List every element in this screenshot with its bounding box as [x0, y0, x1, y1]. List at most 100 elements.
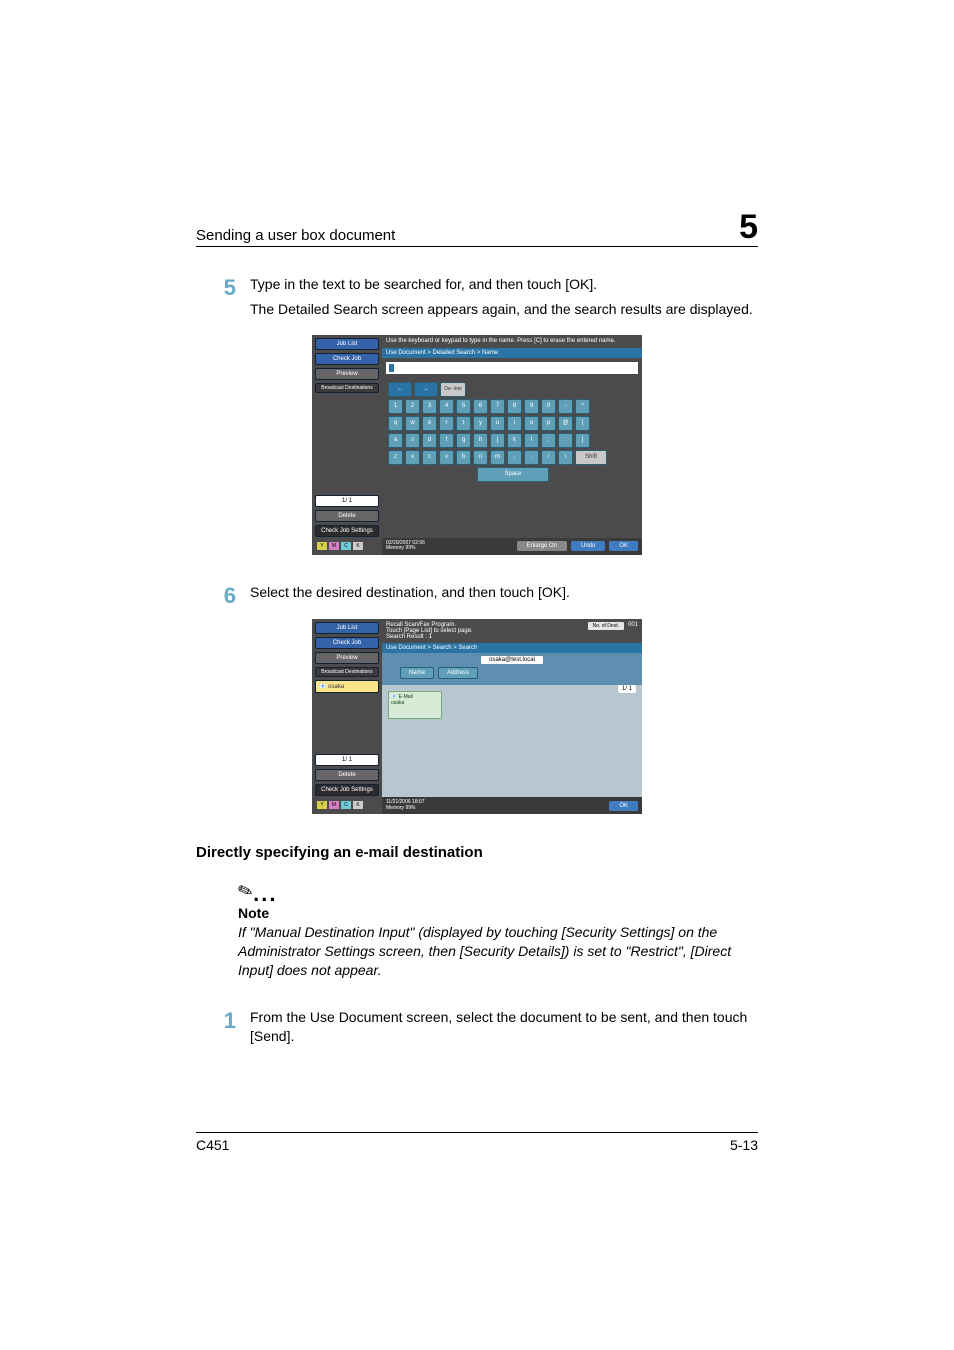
ok-button[interactable]: OK: [609, 801, 638, 811]
key-p[interactable]: p: [541, 416, 556, 431]
key-g[interactable]: g: [456, 433, 471, 448]
delete-button[interactable]: Delete: [315, 769, 379, 781]
device-screen-result: Job List Check Job Preview Broadcast Des…: [312, 619, 642, 814]
device-screen-keyboard: Job List Check Job Preview Broadcast Des…: [312, 335, 642, 555]
space-key[interactable]: Space: [477, 467, 549, 482]
column-address-button[interactable]: Address: [438, 667, 478, 679]
toner-y-icon: Y: [317, 801, 327, 809]
toner-c-icon: C: [341, 801, 351, 809]
key-f[interactable]: f: [439, 433, 454, 448]
broadcast-label: Broadcast Destinations: [315, 667, 379, 677]
datetime-label: 11/21/2006 18:07 Memory 99%: [386, 800, 425, 811]
check-job-button[interactable]: Check Job: [315, 637, 379, 649]
key-u[interactable]: u: [490, 416, 505, 431]
check-job-button[interactable]: Check Job: [315, 353, 379, 365]
shift-key[interactable]: Shift: [575, 450, 607, 465]
running-header: Sending a user box document: [196, 227, 395, 244]
key-x[interactable]: x: [405, 450, 420, 465]
key-7[interactable]: 7: [490, 399, 505, 414]
key-1[interactable]: 1: [388, 399, 403, 414]
undo-button[interactable]: Undo: [571, 541, 605, 551]
preview-button[interactable]: Preview: [315, 652, 379, 664]
key-z[interactable]: z: [388, 450, 403, 465]
toner-k-icon: K: [353, 801, 363, 809]
cursor-icon: [389, 364, 394, 372]
key-v[interactable]: v: [439, 450, 454, 465]
key-.[interactable]: .: [524, 450, 539, 465]
key-o[interactable]: o: [524, 416, 539, 431]
key-t[interactable]: t: [456, 416, 471, 431]
delete-key[interactable]: De- lete: [440, 382, 466, 397]
key-w[interactable]: w: [405, 416, 420, 431]
key-h[interactable]: h: [473, 433, 488, 448]
toner-y-icon: Y: [317, 542, 327, 550]
destination-tile-osaka[interactable]: 📧 E-Mail osaka: [388, 691, 442, 719]
key-s[interactable]: s: [405, 433, 420, 448]
key-[[interactable]: [: [575, 416, 590, 431]
step-number-1: 1: [196, 1008, 250, 1052]
delete-button[interactable]: Delete: [315, 510, 379, 522]
preview-button[interactable]: Preview: [315, 368, 379, 380]
key-2[interactable]: 2: [405, 399, 420, 414]
broadcast-label: Broadcast Destinations: [315, 383, 379, 393]
key-@[interactable]: @: [558, 416, 573, 431]
key-e[interactable]: e: [422, 416, 437, 431]
key-/[interactable]: /: [541, 450, 556, 465]
step5-line1: Type in the text to be searched for, and…: [250, 275, 758, 294]
check-job-settings-button[interactable]: Check Job Settings: [315, 525, 379, 537]
key-c[interactable]: c: [422, 450, 437, 465]
key-,[interactable]: ,: [507, 450, 522, 465]
key-i[interactable]: i: [507, 416, 522, 431]
key-b[interactable]: b: [456, 450, 471, 465]
key-l[interactable]: l: [524, 433, 539, 448]
breadcrumb: Use Document > Detailed Search > Name: [382, 348, 642, 358]
key-4[interactable]: 4: [439, 399, 454, 414]
key-n[interactable]: n: [473, 450, 488, 465]
key-j[interactable]: j: [490, 433, 505, 448]
key-a[interactable]: a: [388, 433, 403, 448]
key-:[interactable]: :: [558, 433, 573, 448]
key-5[interactable]: 5: [456, 399, 471, 414]
key-\[interactable]: \: [558, 450, 573, 465]
key-k[interactable]: k: [507, 433, 522, 448]
instruction-text: Use the keyboard or keypad to type in th…: [382, 335, 642, 348]
key-6[interactable]: 6: [473, 399, 488, 414]
ok-button[interactable]: OK: [609, 541, 638, 551]
footer-page: 5-13: [730, 1137, 758, 1153]
arrow-left-key[interactable]: ←: [388, 382, 412, 397]
page-indicator: 1/ 1: [315, 495, 379, 507]
key-3[interactable]: 3: [422, 399, 437, 414]
key-q[interactable]: q: [388, 416, 403, 431]
key-m[interactable]: m: [490, 450, 505, 465]
job-list-button[interactable]: Job List: [315, 338, 379, 350]
step-number-5: 5: [196, 275, 250, 325]
key--[interactable]: -: [558, 399, 573, 414]
section-heading-direct-email: Directly specifying an e-mail destinatio…: [196, 844, 758, 861]
arrow-right-key[interactable]: →: [414, 382, 438, 397]
toner-m-icon: M: [329, 801, 339, 809]
key-;[interactable]: ;: [541, 433, 556, 448]
dest-item-osaka[interactable]: 📧 osaka: [315, 680, 379, 693]
check-job-settings-button[interactable]: Check Job Settings: [315, 784, 379, 796]
dest-count-label: No. of Dest.: [588, 622, 624, 630]
step-number-6: 6: [196, 583, 250, 609]
step6-text: Select the desired destination, and then…: [250, 583, 758, 602]
key-r[interactable]: r: [439, 416, 454, 431]
job-list-button[interactable]: Job List: [315, 622, 379, 634]
enlarge-toggle[interactable]: Enlarge On: [517, 541, 567, 551]
column-name-button[interactable]: Name: [400, 667, 434, 679]
name-input[interactable]: [386, 362, 638, 374]
dest-count-value: 001: [628, 622, 638, 628]
key-][interactable]: ]: [575, 433, 590, 448]
key-9[interactable]: 9: [524, 399, 539, 414]
toner-c-icon: C: [341, 542, 351, 550]
key-0[interactable]: 0: [541, 399, 556, 414]
key-8[interactable]: 8: [507, 399, 522, 414]
note-label: Note: [238, 905, 758, 921]
toner-indicators: Y M C K: [315, 799, 379, 811]
note-text: If "Manual Destination Input" (displayed…: [238, 923, 758, 980]
key-^[interactable]: ^: [575, 399, 590, 414]
key-y[interactable]: y: [473, 416, 488, 431]
key-d[interactable]: d: [422, 433, 437, 448]
step5-line2: The Detailed Search screen appears again…: [250, 300, 758, 319]
